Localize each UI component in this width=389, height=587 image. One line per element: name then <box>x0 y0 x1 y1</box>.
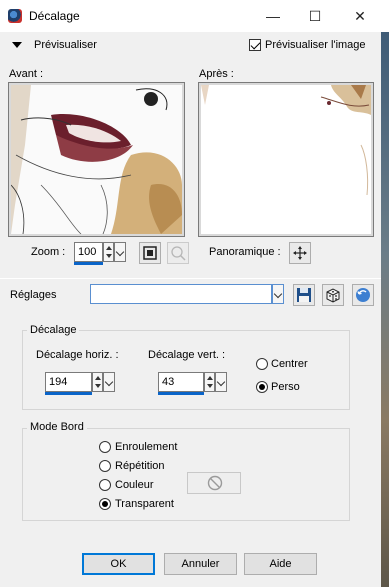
no-color-icon <box>207 475 223 491</box>
edge-mode-group-title: Mode Bord <box>27 421 87 433</box>
reset-arrow-icon <box>356 288 370 302</box>
center-radio[interactable] <box>256 358 268 370</box>
presets-label: Réglages <box>10 289 57 301</box>
wrap-radio[interactable] <box>99 441 111 453</box>
zoom-spin-arrows[interactable] <box>103 242 114 262</box>
preview-image-checkbox[interactable] <box>249 39 261 51</box>
before-label: Avant : <box>9 68 44 80</box>
after-preview-image <box>201 85 371 234</box>
wrap-radio-label: Enroulement <box>115 441 178 453</box>
random-preset-button[interactable] <box>322 284 344 306</box>
zoom-input[interactable]: 100 <box>74 242 103 262</box>
reset-preset-button[interactable] <box>352 284 374 306</box>
offset-group <box>22 330 350 410</box>
floppy-disk-icon <box>297 288 311 302</box>
vert-offset-underline <box>158 392 204 395</box>
after-label: Après : <box>199 68 234 80</box>
presets-dropdown-button[interactable] <box>272 284 284 304</box>
repeat-radio[interactable] <box>99 460 111 472</box>
edge-mode-group <box>22 428 350 521</box>
pan-label: Panoramique : <box>209 246 281 258</box>
background-window-strip <box>381 32 389 587</box>
before-preview-image <box>11 85 182 234</box>
minimize-button[interactable]: — <box>262 6 284 26</box>
separator-line <box>0 278 381 279</box>
vert-offset-input[interactable]: 43 <box>158 372 204 392</box>
horiz-offset-dropdown-button[interactable] <box>103 372 115 392</box>
maximize-button[interactable]: ☐ <box>304 6 326 26</box>
presets-combo[interactable] <box>90 284 272 304</box>
save-preset-button[interactable] <box>293 284 315 306</box>
preview-toggle-label[interactable]: Prévisualiser <box>34 39 97 51</box>
offset-group-title: Décalage <box>27 324 80 336</box>
horiz-offset-spin-arrows[interactable] <box>92 372 103 392</box>
zoom-label: Zoom : <box>31 246 66 258</box>
ok-button[interactable]: OK <box>82 553 155 575</box>
vert-offset-spin-arrows[interactable] <box>204 372 215 392</box>
zoom-input-underline <box>74 262 103 265</box>
color-radio[interactable] <box>99 479 111 491</box>
help-button[interactable]: Aide <box>244 553 317 575</box>
magnifier-icon <box>171 246 186 261</box>
vert-offset-label: Décalage vert. : <box>148 349 226 361</box>
custom-radio-label: Perso <box>271 381 300 393</box>
pan-button[interactable] <box>289 242 311 264</box>
cancel-button[interactable]: Annuler <box>164 553 237 575</box>
transparent-radio-label: Transparent <box>115 498 174 510</box>
transparent-radio[interactable] <box>99 498 111 510</box>
center-radio-label: Centrer <box>271 358 308 370</box>
zoom-dropdown-button[interactable] <box>114 242 126 262</box>
preview-image-label: Prévisualiser l'image <box>265 39 366 51</box>
app-icon <box>8 9 22 23</box>
move-arrows-icon <box>293 246 307 260</box>
repeat-radio-label: Répétition <box>115 460 165 472</box>
zoom-tool-button[interactable] <box>167 242 189 264</box>
vert-offset-dropdown-button[interactable] <box>215 372 227 392</box>
window-title: Décalage <box>29 9 80 23</box>
close-button[interactable]: ✕ <box>349 6 371 26</box>
zoom-fit-icon <box>143 246 157 260</box>
custom-radio[interactable] <box>256 381 268 393</box>
before-preview[interactable] <box>8 82 185 237</box>
zoom-fit-button[interactable] <box>139 242 161 264</box>
horiz-offset-underline <box>45 392 92 395</box>
color-radio-label: Couleur <box>115 479 154 491</box>
preview-toggle-arrow-icon[interactable] <box>12 42 22 48</box>
horiz-offset-label: Décalage horiz. : <box>36 349 119 361</box>
dice-icon <box>326 288 340 303</box>
after-preview[interactable] <box>198 82 374 237</box>
horiz-offset-input[interactable]: 194 <box>45 372 92 392</box>
edge-color-swatch[interactable] <box>187 472 241 494</box>
